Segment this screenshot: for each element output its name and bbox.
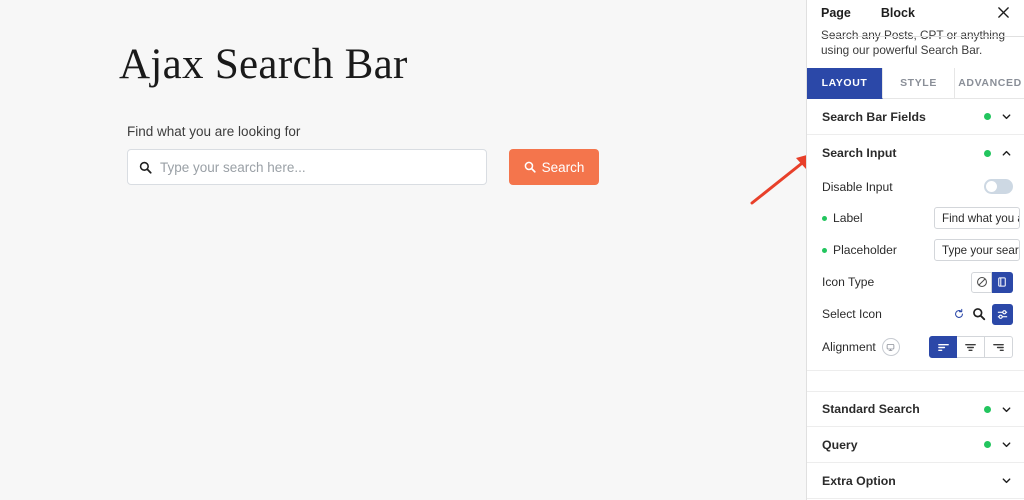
section-search-bar-fields[interactable]: Search Bar Fields [807, 99, 1024, 135]
tab-layout[interactable]: LAYOUT [807, 68, 883, 99]
tab-block[interactable]: Block [881, 6, 915, 20]
search-button[interactable]: Search [509, 149, 599, 185]
section-search-input[interactable]: Search Input [807, 135, 1024, 171]
status-dot [984, 405, 991, 413]
chevron-down-icon [1000, 111, 1013, 122]
chevron-down-icon [1000, 475, 1013, 486]
screen: Ajax Search Bar Find what you are lookin… [0, 0, 1024, 500]
tab-style[interactable]: STYLE [883, 68, 955, 99]
panel-description-line1-text: Search any Posts, CPT or anything [821, 28, 1006, 42]
desktop-icon[interactable] [881, 338, 900, 356]
placeholder-field-label: Placeholder [822, 243, 934, 257]
label-text: Label [833, 211, 863, 225]
label-field-label: Label [822, 211, 934, 225]
book-icon[interactable] [992, 271, 1013, 293]
icon-type-options [971, 271, 1013, 293]
search-form: Find what you are looking for Type your … [127, 124, 599, 185]
toggle-knob [986, 181, 997, 192]
section-title: Standard Search [822, 402, 920, 416]
row-select-icon: Select Icon [807, 298, 1024, 330]
disable-input-toggle[interactable] [984, 179, 1013, 194]
search-button-icon [524, 161, 536, 173]
alignment-text: Alignment [822, 340, 876, 354]
search-input-placeholder: Type your search here... [160, 159, 306, 175]
inspector-panel: Page Block Search any Posts, CPT or anyt… [806, 0, 1024, 500]
search-field-label: Find what you are looking for [127, 124, 301, 139]
select-icon-label: Select Icon [822, 307, 882, 321]
reset-icon[interactable] [952, 304, 966, 325]
section-extra-option[interactable]: Extra Option [807, 463, 1024, 499]
page-title: Ajax Search Bar [119, 41, 408, 88]
tab-page[interactable]: Page [821, 6, 851, 20]
status-dot [984, 149, 991, 157]
row-label: Label Find what you a [807, 202, 1024, 234]
section-title: Search Input [822, 146, 897, 160]
section-standard-search[interactable]: Standard Search [807, 391, 1024, 427]
section-title: Extra Option [822, 473, 896, 488]
icon-type-label: Icon Type [822, 275, 875, 289]
row-placeholder: Placeholder Type your searc [807, 234, 1024, 266]
disable-input-label: Disable Input [822, 179, 893, 194]
align-left-icon[interactable] [929, 336, 957, 358]
panel-divider [821, 36, 1024, 37]
magnifier-icon [139, 161, 152, 174]
panel-description-line1: Search any Posts, CPT or anything [821, 28, 1024, 43]
align-center-icon[interactable] [957, 336, 985, 358]
tab-advanced[interactable]: ADVANCED [955, 68, 1024, 99]
chevron-down-icon [1000, 439, 1013, 450]
magnifier-icon[interactable] [971, 304, 987, 325]
row-alignment: Alignment [807, 330, 1024, 364]
status-dot [984, 441, 991, 448]
close-icon[interactable] [993, 2, 1013, 22]
align-right-icon[interactable] [985, 336, 1013, 358]
panel-description-line2: using our powerful Search Bar. [821, 43, 983, 57]
panel-description: Search any Posts, CPT or anything using … [807, 26, 1024, 58]
alignment-options [929, 336, 1013, 358]
search-input-controls: Disable Input Label Find what you a Plac… [807, 171, 1024, 371]
sliders-icon[interactable] [992, 303, 1013, 325]
search-button-label: Search [541, 159, 585, 175]
panel-top-tabs: Page Block [807, 0, 1024, 26]
section-title: Search Bar Fields [822, 109, 926, 124]
preview-canvas: Ajax Search Bar Find what you are lookin… [0, 0, 814, 500]
search-input[interactable]: Type your search here... [127, 149, 487, 185]
placeholder-text: Placeholder [833, 243, 897, 257]
label-input[interactable]: Find what you a [934, 207, 1020, 229]
ban-icon[interactable] [971, 271, 992, 293]
chevron-down-icon [1000, 404, 1013, 415]
alignment-label: Alignment [822, 338, 929, 356]
section-title: Query [822, 437, 858, 452]
row-disable-input: Disable Input [807, 171, 1024, 202]
changed-indicator-dot [822, 215, 827, 221]
status-dot [984, 113, 991, 120]
placeholder-input[interactable]: Type your searc [934, 239, 1020, 261]
chevron-up-icon [1000, 148, 1013, 159]
panel-tabbar: LAYOUT STYLE ADVANCED [807, 68, 1024, 99]
changed-indicator-dot [822, 247, 827, 253]
select-icon-controls [952, 303, 1013, 325]
row-icon-type: Icon Type [807, 266, 1024, 298]
section-query[interactable]: Query [807, 427, 1024, 463]
